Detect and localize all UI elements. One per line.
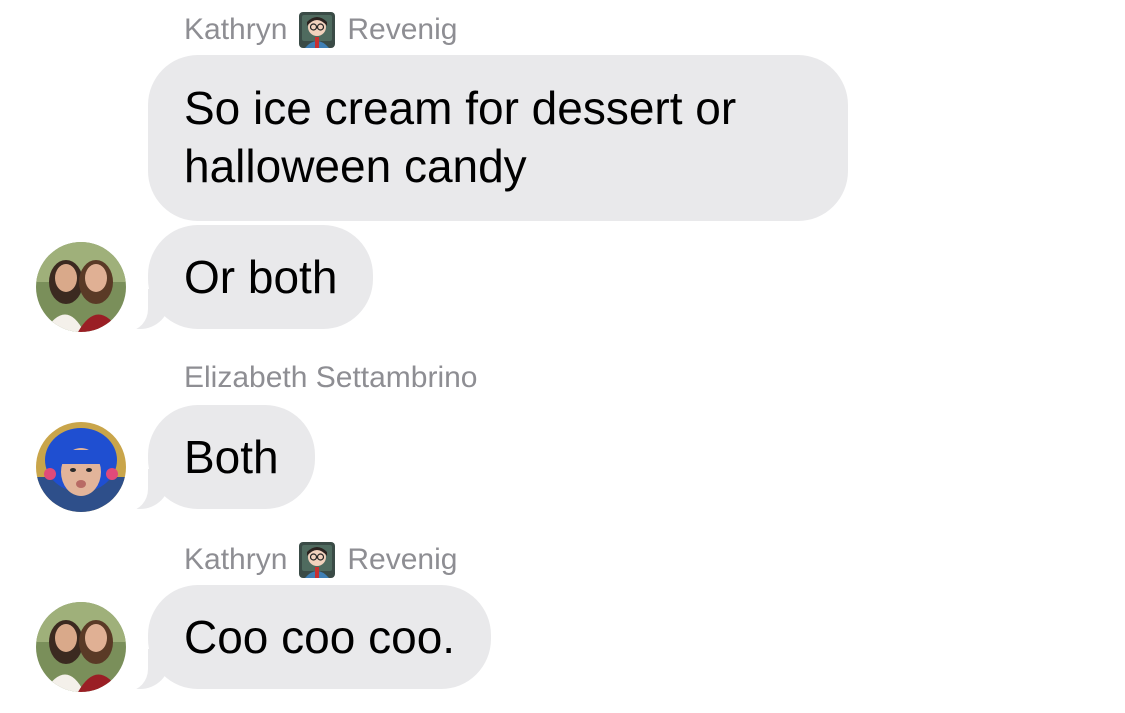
message-text: Coo coo coo. [184,611,456,663]
sender-name: Kathryn Revenig [184,540,457,580]
sender-last-name: Revenig [347,13,458,46]
teacher-emoji-icon [297,540,337,580]
avatar[interactable] [36,602,126,692]
message-bubble[interactable]: Both [118,405,315,511]
sender-name: Kathryn Revenig [184,10,457,50]
two-women-photo-icon [36,602,126,692]
sender-name: Elizabeth Settambrino [184,360,478,396]
avatar[interactable] [36,422,126,512]
sender-last-name: Revenig [347,543,458,576]
avatar[interactable] [36,242,126,332]
message-text: So ice cream for dessert or halloween ca… [184,82,737,192]
message-bubble[interactable]: Or both [117,225,374,331]
sender-first-name: Kathryn [184,543,288,576]
message-text: Or both [184,251,338,303]
teacher-emoji-icon [297,10,337,50]
blue-hair-photo-icon [36,422,126,512]
message-text: Both [184,431,279,483]
sender-first-name: Kathryn [184,13,288,46]
sender-full-name: Elizabeth Settambrino [184,361,478,394]
message-bubble[interactable]: So ice cream for dessert or halloween ca… [148,55,848,221]
two-women-photo-icon [36,242,126,332]
message-bubble[interactable]: Coo coo coo. [117,585,492,691]
